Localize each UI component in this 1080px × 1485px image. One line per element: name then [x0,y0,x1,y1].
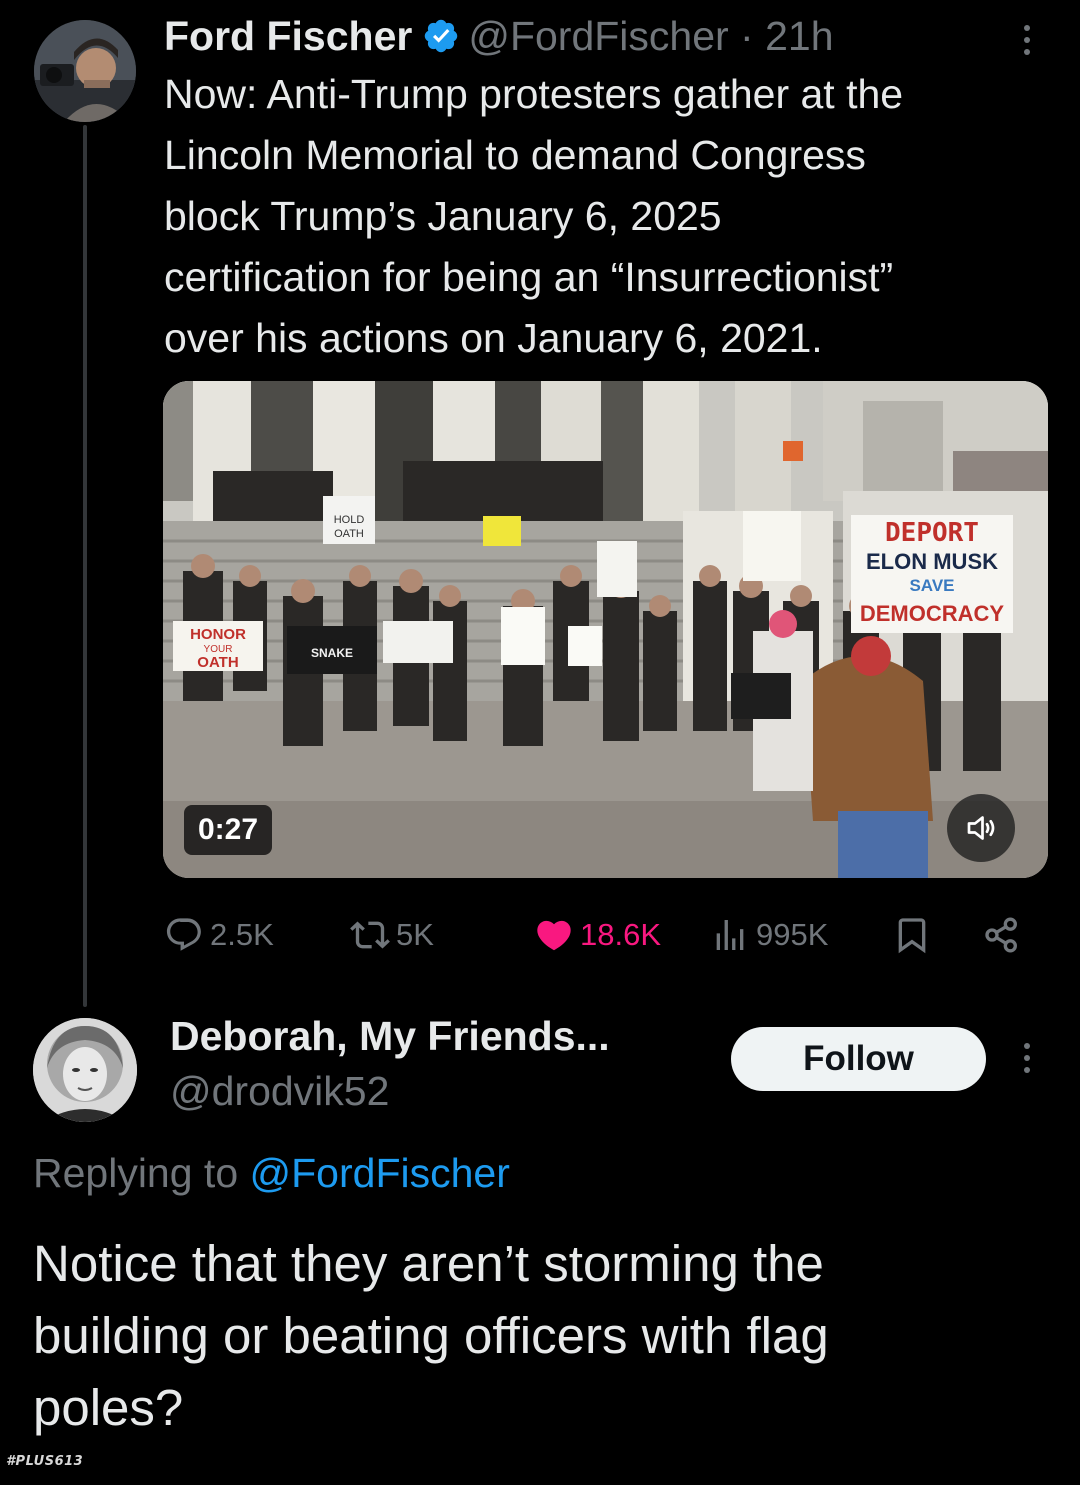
avatar-photo [34,20,136,122]
sign-deport-text: DEPORT [885,518,979,548]
share-icon [985,917,1017,953]
author-display-name[interactable]: Ford Fischer [164,13,412,60]
reply-count: 2.5K [210,917,274,952]
replying-to-mention-link[interactable]: @FordFischer [250,1150,510,1196]
more-icon[interactable] [1012,1038,1042,1078]
reply-author-display-name[interactable]: Deborah, My Friends... [170,1013,610,1060]
reply-author-avatar[interactable] [33,1018,137,1122]
sign-honor-text: HONOR [190,626,246,643]
sign-save-text: SAVE [909,576,954,595]
watermark: #PLUS613 [6,1454,84,1469]
more-icon[interactable] [1012,20,1042,60]
heart-icon [537,920,571,951]
replying-to-line: Replying to @FordFischer [33,1150,510,1197]
volume-icon [967,816,995,840]
video-player[interactable]: HOLD OATH HONOR YOUR OATH SNAKE DEPORT E… [163,381,1048,878]
volume-button[interactable] [947,794,1015,862]
follow-button[interactable]: Follow [731,1027,986,1091]
author-handle-and-time[interactable]: @FordFischer · 21h [468,13,833,60]
repost-button[interactable]: 5K [350,905,434,965]
views-button[interactable]: 995K [710,905,828,965]
avatar-photo [33,1018,137,1122]
sign-oath2-text: OATH [197,654,238,671]
sign-snake-text: SNAKE [311,646,353,660]
thread-connector-line [83,125,87,1007]
reply-author-handle[interactable]: @drodvik52 [170,1068,389,1115]
bookmark-button[interactable] [892,905,932,965]
views-icon [716,920,744,950]
tweet-text: Now: Anti-Trump protesters gather at the… [164,71,904,361]
video-thumbnail: HOLD OATH HONOR YOUR OATH SNAKE DEPORT E… [163,381,1048,878]
tweet-header: Ford Fischer @FordFischer · 21h [164,10,834,62]
tweet-actions-bar: 2.5K 5K 18.6K 995K [164,905,1044,965]
verified-badge-icon [425,19,458,53]
reply-icon [166,918,201,951]
bookmark-icon [898,918,926,954]
repost-count: 5K [396,917,434,952]
sign-hold-text: HOLD [334,514,365,526]
like-count: 18.6K [580,917,662,952]
share-button[interactable] [982,905,1022,965]
repost-icon [350,921,390,949]
like-button[interactable]: 18.6K [534,905,661,965]
sign-democracy-text: DEMOCRACY [860,601,1005,626]
video-duration: 0:27 [184,805,273,855]
sign-oath-text: OATH [334,528,364,540]
reply-button[interactable]: 2.5K [164,905,274,965]
views-count: 995K [756,917,829,952]
author-avatar[interactable] [34,20,136,122]
page: Ford Fischer @FordFischer · 21h Now: Ant… [0,0,1080,1485]
reply-text: Notice that they aren’t storming the bui… [33,1235,829,1436]
replying-to-prefix: Replying to [33,1150,250,1196]
sign-elon-text: ELON MUSK [866,549,998,574]
